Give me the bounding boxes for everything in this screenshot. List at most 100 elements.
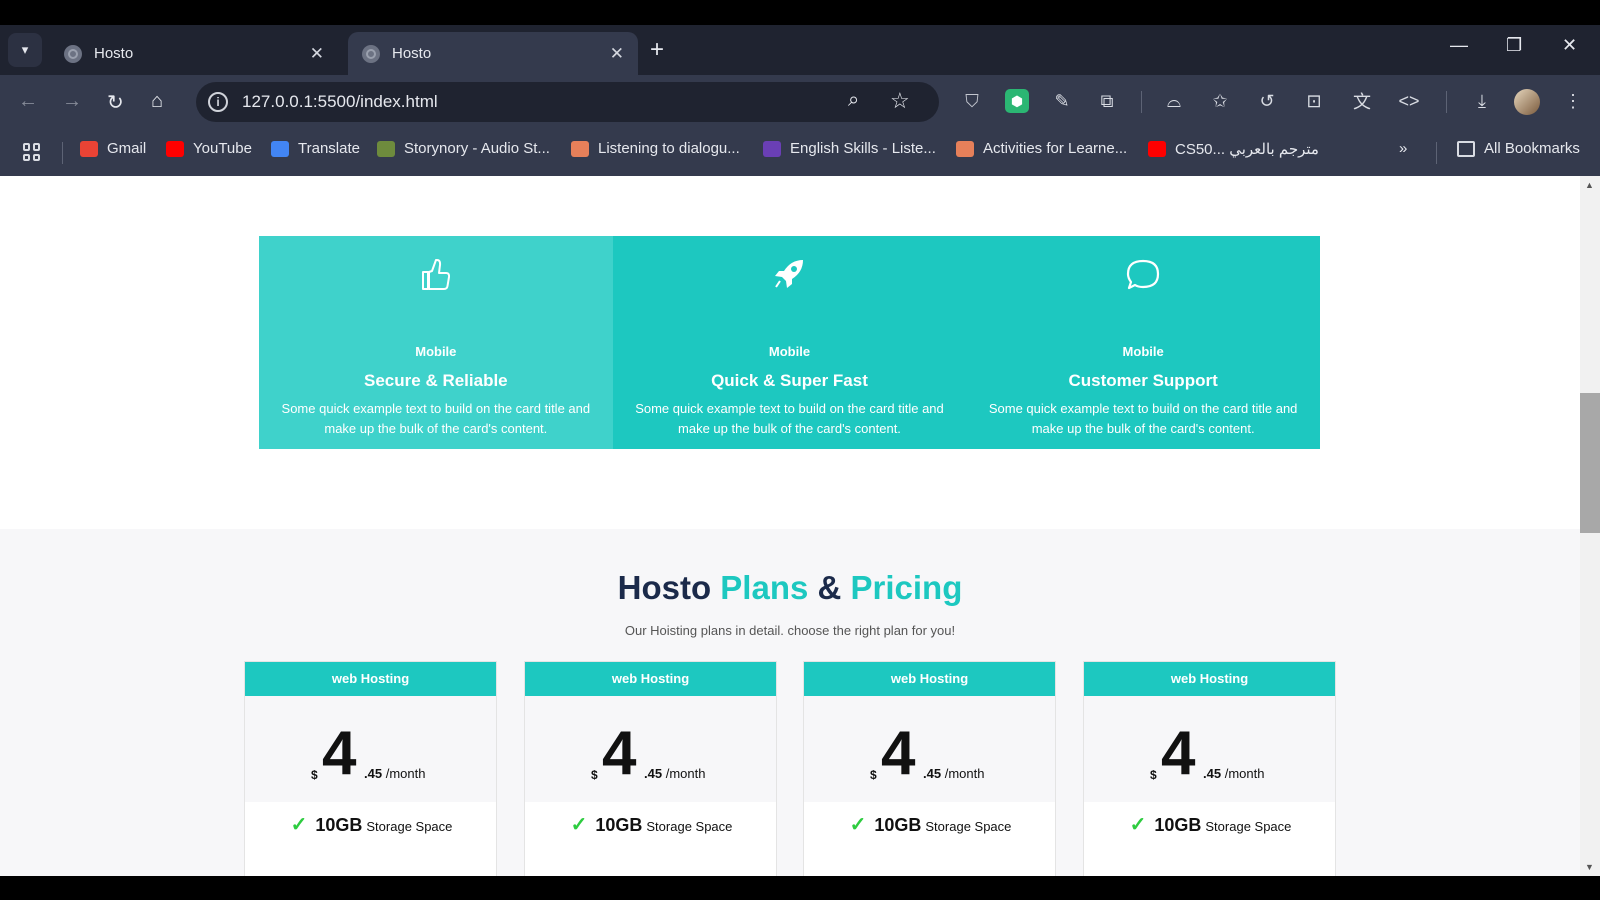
- scrollbar-thumb[interactable]: [1580, 393, 1600, 533]
- plan-currency: $: [1150, 768, 1157, 782]
- devtools-code-icon[interactable]: <>: [1397, 89, 1421, 113]
- tab-title: Hosto: [94, 45, 134, 62]
- bookmark-gmail[interactable]: Gmail: [80, 140, 146, 157]
- bookmark-english-skills[interactable]: English Skills - Liste...: [763, 140, 936, 157]
- translate-icon[interactable]: 文: [1350, 89, 1374, 113]
- feature-card: Mobile Customer Support Some quick examp…: [966, 236, 1320, 449]
- screenshot-icon[interactable]: ⊡: [1302, 89, 1326, 113]
- globe-icon: [64, 44, 82, 63]
- bookmark-youtube[interactable]: YouTube: [166, 140, 252, 157]
- plan-storage-value: 10GB: [1154, 815, 1202, 835]
- bookmark-cs50[interactable]: CS50... مترجم بالعربي: [1148, 140, 1319, 158]
- toolbar-divider: [1141, 91, 1142, 113]
- plan-currency: $: [591, 768, 598, 782]
- all-bookmarks-button[interactable]: All Bookmarks: [1457, 140, 1580, 157]
- plan-price-box: $ 4 .45 /month: [1084, 696, 1335, 802]
- bookmark-label: Activities for Learne...: [983, 140, 1128, 157]
- restore-icon[interactable]: ❐: [1506, 35, 1522, 56]
- tab-strip: ▾ Hosto ✕ Hosto ✕ + — ❐ ✕: [0, 25, 1600, 75]
- menu-kebab-icon[interactable]: ⋮: [1561, 89, 1585, 113]
- plan-price-box: $ 4 .45 /month: [804, 696, 1055, 802]
- tab-active[interactable]: Hosto ✕: [348, 32, 638, 75]
- page-scrollbar[interactable]: ▲ ▼: [1580, 176, 1600, 876]
- feature-subtitle: Mobile: [415, 344, 457, 359]
- feature-title: Quick & Super Fast: [711, 371, 868, 390]
- plan-name: web Hosting: [525, 662, 776, 696]
- plan-storage-label: Storage Space: [925, 819, 1012, 834]
- feature-text: Some quick example text to build on the …: [635, 401, 944, 436]
- page-viewport[interactable]: Mobile Secure & Reliable Some quick exam…: [0, 176, 1580, 876]
- bookmark-label: Gmail: [107, 140, 147, 157]
- bookmark-label: Translate: [298, 140, 360, 157]
- apps-grid-icon[interactable]: [23, 143, 41, 161]
- download-icon[interactable]: ⤓: [1470, 89, 1494, 113]
- site-info-icon[interactable]: i: [208, 92, 228, 112]
- feature-text: Some quick example text to build on the …: [281, 401, 591, 436]
- plan-storage-value: 10GB: [874, 815, 922, 835]
- reload-button[interactable]: ↻: [107, 90, 124, 115]
- forward-button[interactable]: →: [62, 90, 82, 113]
- bookmark-star-icon[interactable]: ☆: [890, 88, 910, 114]
- heading-accent-pricing: Pricing: [850, 569, 963, 606]
- profile-avatar[interactable]: [1514, 89, 1540, 115]
- heading-ampersand: &: [808, 569, 851, 606]
- storynory-icon: [377, 140, 395, 157]
- feature-subtitle: Mobile: [1122, 344, 1164, 359]
- close-window-icon[interactable]: ✕: [1562, 35, 1577, 56]
- youtube-icon: [1148, 141, 1166, 157]
- plan-price: 4: [322, 719, 357, 788]
- bookmark-translate[interactable]: Translate: [271, 140, 360, 157]
- url-text[interactable]: 127.0.0.1:5500/index.html: [242, 92, 438, 112]
- plan-storage-label: Storage Space: [366, 819, 453, 834]
- plan-currency: $: [870, 768, 877, 782]
- feature-card: Mobile Secure & Reliable Some quick exam…: [259, 236, 613, 449]
- british-council-icon: [571, 140, 589, 157]
- scroll-down-arrow-icon[interactable]: ▼: [1585, 862, 1594, 872]
- plan-name: web Hosting: [245, 662, 496, 696]
- pricing-plan-card: web Hosting $ 4 .45 /month ✓ 10GB Storag…: [244, 661, 497, 876]
- plan-currency: $: [311, 768, 318, 782]
- bookmark-label: Listening to dialogu...: [598, 140, 740, 157]
- close-tab-icon[interactable]: ✕: [610, 44, 624, 64]
- feature-title: Secure & Reliable: [364, 371, 508, 390]
- incognito-icon[interactable]: ⌓: [1162, 89, 1186, 113]
- minimize-icon[interactable]: —: [1450, 35, 1468, 56]
- feature-text: Some quick example text to build on the …: [988, 401, 1298, 436]
- bookmark-label: CS50... مترجم بالعربي: [1175, 141, 1319, 158]
- home-button[interactable]: ⌂: [151, 90, 163, 113]
- green-extension-icon[interactable]: ⬢: [1005, 89, 1029, 113]
- shield-extension-icon[interactable]: ⛉: [960, 89, 984, 113]
- pricing-plan-card: web Hosting $ 4 .45 /month ✓ 10GB Storag…: [524, 661, 777, 876]
- plan-price: 4: [881, 719, 916, 788]
- plan-price: 4: [602, 719, 637, 788]
- bookmark-activities[interactable]: Activities for Learne...: [956, 140, 1127, 157]
- all-bookmarks-label: All Bookmarks: [1484, 140, 1580, 157]
- features-strip: Mobile Secure & Reliable Some quick exam…: [259, 236, 1320, 449]
- globe-icon: [362, 44, 380, 63]
- extensions-puzzle-icon[interactable]: ⧉: [1095, 89, 1119, 113]
- more-bookmarks-chevron-icon[interactable]: »: [1399, 140, 1407, 157]
- pen-extension-icon[interactable]: ✎: [1050, 89, 1074, 113]
- zoom-icon[interactable]: ⌕: [848, 89, 859, 112]
- tab-search-button[interactable]: ▾: [8, 33, 42, 67]
- close-tab-icon[interactable]: ✕: [310, 44, 324, 64]
- new-tab-button[interactable]: +: [650, 36, 664, 64]
- bookmark-listening[interactable]: Listening to dialogu...: [571, 140, 740, 157]
- rocket-icon: [613, 256, 967, 296]
- tab-inactive[interactable]: Hosto ✕: [50, 32, 338, 75]
- plan-cents-period: .45 /month: [364, 766, 426, 781]
- address-bar[interactable]: i 127.0.0.1:5500/index.html ⌕ ☆: [196, 82, 939, 122]
- scroll-up-arrow-icon[interactable]: ▲: [1585, 180, 1594, 190]
- back-button[interactable]: ←: [18, 90, 38, 113]
- history-icon[interactable]: ↺: [1255, 89, 1279, 113]
- bookmarks-divider: [1436, 142, 1437, 164]
- browser-toolbar: ← → ↻ ⌂ i 127.0.0.1:5500/index.html ⌕ ☆ …: [0, 75, 1600, 129]
- pricing-subheading: Our Hoisting plans in detail. choose the…: [624, 623, 956, 638]
- plan-feature-row: ✓ 10GB Storage Space: [525, 812, 778, 837]
- plan-storage-label: Storage Space: [1205, 819, 1292, 834]
- tab-title: Hosto: [392, 45, 432, 62]
- gmail-icon: [80, 140, 98, 157]
- screen-top-bar: [0, 0, 1600, 25]
- bookmark-storynory[interactable]: Storynory - Audio St...: [377, 140, 550, 157]
- favorites-icon[interactable]: ✩: [1208, 89, 1232, 113]
